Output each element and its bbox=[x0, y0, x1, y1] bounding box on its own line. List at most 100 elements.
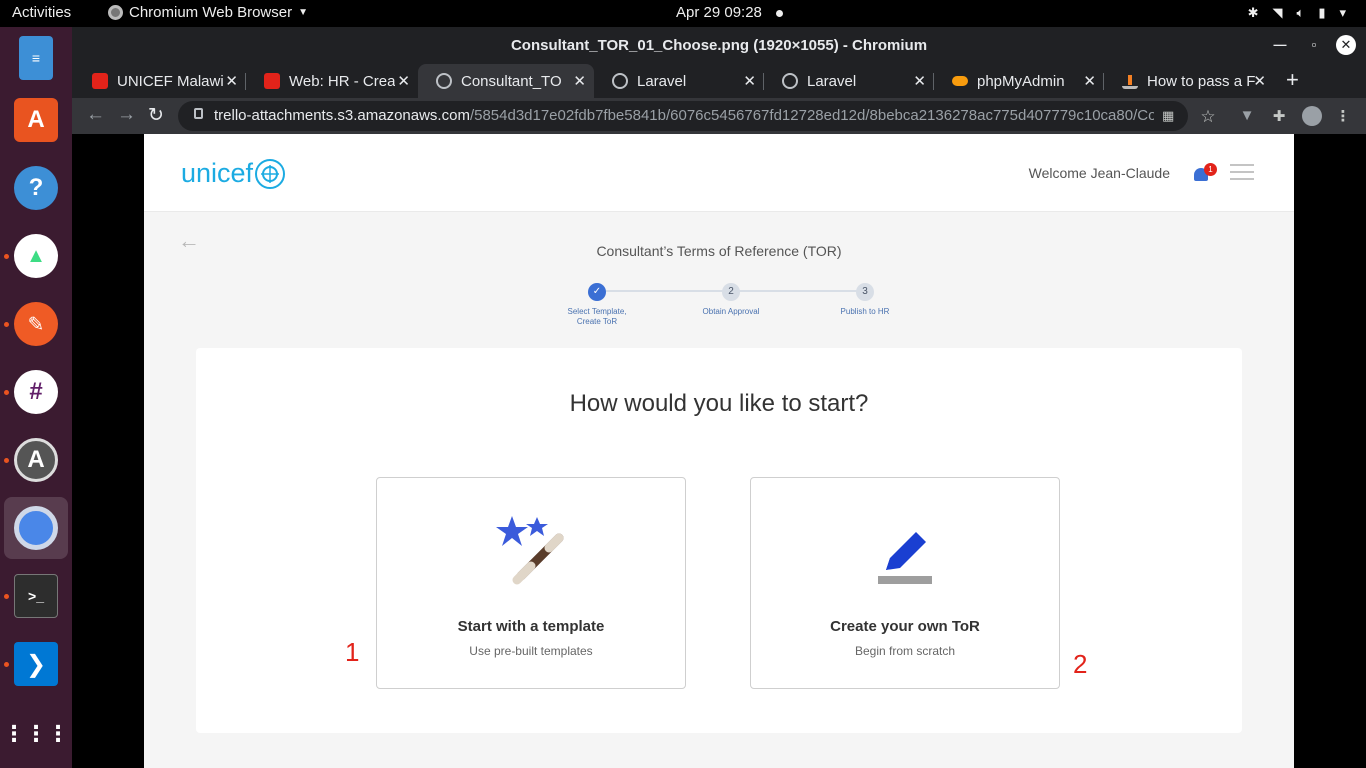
terminal-icon: >_ bbox=[14, 574, 58, 618]
dock: ≡ A ? ▲ ✎ # A >_ ❯ ⋮⋮⋮ bbox=[0, 27, 72, 768]
notifications-bell-icon[interactable]: 1 bbox=[1192, 163, 1217, 184]
step-number: 3 bbox=[856, 283, 874, 301]
extensions-puzzle-icon[interactable]: ✚ bbox=[1270, 107, 1288, 125]
dock-postman[interactable]: ✎ bbox=[4, 293, 68, 355]
dock-help[interactable]: ? bbox=[4, 157, 68, 219]
step-publish-to-hr: 3 Publish to HR bbox=[810, 283, 920, 317]
window-titlebar[interactable]: Consultant_TOR_01_Choose.png (1920×1055)… bbox=[72, 27, 1366, 64]
browser-viewport: unicef Welcome Jean-Claude 1 ← Consultan… bbox=[72, 134, 1366, 768]
option-title: Start with a template bbox=[457, 618, 605, 635]
check-icon: ✓ bbox=[588, 283, 606, 301]
tab-strip: UNICEF Malawi ✕ Web: HR - Creat ✕ Consul… bbox=[72, 64, 1366, 98]
reload-icon[interactable]: ↻ bbox=[148, 104, 164, 127]
annotation-number-1: 1 bbox=[345, 637, 360, 667]
more-menu-icon[interactable]: ⋮ bbox=[1334, 107, 1352, 125]
globe-favicon-icon bbox=[612, 73, 628, 89]
screen-share-icon: ✱ bbox=[1247, 5, 1259, 20]
magic-wand-icon bbox=[496, 516, 564, 585]
slack-icon: # bbox=[14, 370, 58, 414]
start-with-template-option[interactable]: Start with a template Use pre-built temp… bbox=[376, 477, 686, 689]
dock-ubuntu-software[interactable]: A bbox=[4, 89, 68, 151]
question-heading: How would you like to start? bbox=[569, 390, 869, 417]
app-menu[interactable]: Chromium Web Browser ▼ bbox=[108, 4, 308, 21]
site-header: unicef Welcome Jean-Claude 1 bbox=[144, 134, 1294, 212]
step-label: Obtain Approval bbox=[702, 307, 760, 316]
address-bar[interactable]: trello-attachments.s3.amazonaws.com/5854… bbox=[178, 101, 1188, 131]
tab-label: How to pass a F bbox=[1147, 72, 1256, 90]
vpn-extension-icon[interactable]: ▼ bbox=[1238, 107, 1256, 125]
software-updater-icon: A bbox=[14, 438, 58, 482]
dock-chromium[interactable] bbox=[4, 497, 68, 559]
clock[interactable]: Apr 29 09:28 bbox=[676, 4, 762, 21]
dock-vscode[interactable]: ❯ bbox=[4, 633, 68, 695]
option-subtitle: Begin from scratch bbox=[854, 644, 956, 658]
maximize-icon[interactable]: ▫ bbox=[1304, 35, 1324, 55]
url-text: trello-attachments.s3.amazonaws.com/5854… bbox=[214, 107, 1154, 124]
globe-favicon-icon bbox=[436, 73, 452, 89]
dock-slack[interactable]: # bbox=[4, 361, 68, 423]
vscode-icon: ❯ bbox=[14, 642, 58, 686]
dock-show-applications[interactable]: ⋮⋮⋮ bbox=[3, 703, 69, 765]
step-label: Publish to HR bbox=[840, 307, 890, 316]
qr-code-icon[interactable]: ▦ bbox=[1162, 108, 1174, 124]
activities-button[interactable]: Activities bbox=[12, 4, 71, 21]
tab-laravel-2[interactable]: Laravel ✕ bbox=[764, 64, 934, 98]
tab-close-icon[interactable]: ✕ bbox=[397, 72, 410, 90]
unicef-logo[interactable]: unicef bbox=[181, 158, 286, 189]
lock-icon bbox=[194, 108, 203, 119]
tab-web-hr[interactable]: Web: HR - Creat ✕ bbox=[246, 64, 418, 98]
dock-text-editor[interactable]: ≡ bbox=[4, 27, 68, 89]
globe-favicon-icon bbox=[782, 73, 798, 89]
tab-laravel-1[interactable]: Laravel ✕ bbox=[594, 64, 764, 98]
tab-stackoverflow[interactable]: How to pass a F ✕ bbox=[1104, 64, 1274, 98]
trello-favicon-icon bbox=[92, 73, 108, 89]
tab-label: Web: HR - Creat bbox=[289, 72, 395, 90]
new-tab-button[interactable]: + bbox=[1286, 67, 1299, 93]
brand-text: unicef bbox=[181, 158, 254, 188]
notification-dot bbox=[776, 10, 783, 17]
browser-toolbar: ← → ↻ trello-attachments.s3.amazonaws.co… bbox=[72, 98, 1366, 134]
tab-close-icon[interactable]: ✕ bbox=[1253, 72, 1266, 90]
tab-close-icon[interactable]: ✕ bbox=[573, 72, 586, 90]
profile-avatar-icon[interactable] bbox=[1302, 106, 1322, 126]
tab-close-icon[interactable]: ✕ bbox=[1083, 72, 1096, 90]
welcome-text: Welcome Jean-Claude bbox=[1028, 165, 1170, 181]
system-tray[interactable]: ✱ ◥ 🔈︎ ▮ ▾ bbox=[1248, 3, 1346, 23]
dock-terminal[interactable]: >_ bbox=[4, 565, 68, 627]
dock-android-studio[interactable]: ▲ bbox=[4, 225, 68, 287]
create-own-tor-option[interactable]: Create your own ToR Begin from scratch bbox=[750, 477, 1060, 689]
system-top-bar: Activities Chromium Web Browser ▼ Apr 29… bbox=[0, 0, 1366, 27]
tab-label: Consultant_TO bbox=[461, 72, 562, 90]
forward-icon[interactable]: → bbox=[117, 104, 136, 126]
hamburger-menu-icon[interactable] bbox=[1230, 164, 1254, 182]
tab-close-icon[interactable]: ✕ bbox=[743, 72, 756, 90]
bookmark-star-icon[interactable]: ☆ bbox=[1199, 107, 1217, 126]
tab-label: Laravel bbox=[807, 72, 857, 90]
screenshot-image: unicef Welcome Jean-Claude 1 ← Consultan… bbox=[144, 134, 1294, 768]
tab-label: UNICEF Malawi bbox=[117, 72, 224, 90]
minimize-icon[interactable]: — bbox=[1270, 35, 1290, 55]
close-window-icon[interactable]: ✕ bbox=[1336, 35, 1356, 55]
step-label-line1: Select Template, bbox=[567, 307, 627, 316]
tab-label: phpMyAdmin bbox=[977, 72, 1065, 90]
stackoverflow-favicon-icon bbox=[1122, 73, 1138, 89]
tab-consultant-tor[interactable]: Consultant_TO ✕ bbox=[418, 64, 594, 98]
un-globe-icon bbox=[255, 158, 286, 189]
postman-icon: ✎ bbox=[14, 302, 58, 346]
step-number: 2 bbox=[722, 283, 740, 301]
tab-unicef-malawi[interactable]: UNICEF Malawi ✕ bbox=[74, 64, 246, 98]
back-icon[interactable]: ← bbox=[86, 104, 105, 126]
dock-software-updater[interactable]: A bbox=[4, 429, 68, 491]
globe-drawing bbox=[261, 164, 280, 183]
android-studio-icon: ▲ bbox=[14, 234, 58, 278]
tab-phpmyadmin[interactable]: phpMyAdmin ✕ bbox=[934, 64, 1104, 98]
text-editor-icon: ≡ bbox=[19, 36, 53, 80]
tab-close-icon[interactable]: ✕ bbox=[225, 72, 238, 90]
app-menu-label: Chromium Web Browser bbox=[129, 4, 293, 21]
browser-window: Consultant_TOR_01_Choose.png (1920×1055)… bbox=[72, 27, 1366, 768]
window-title: Consultant_TOR_01_Choose.png (1920×1055)… bbox=[510, 37, 928, 54]
tab-close-icon[interactable]: ✕ bbox=[913, 72, 926, 90]
power-menu-icon: ▾ bbox=[1339, 5, 1346, 20]
step-label-line2: Create ToR bbox=[576, 317, 618, 326]
battery-icon: ▮ bbox=[1318, 5, 1326, 20]
